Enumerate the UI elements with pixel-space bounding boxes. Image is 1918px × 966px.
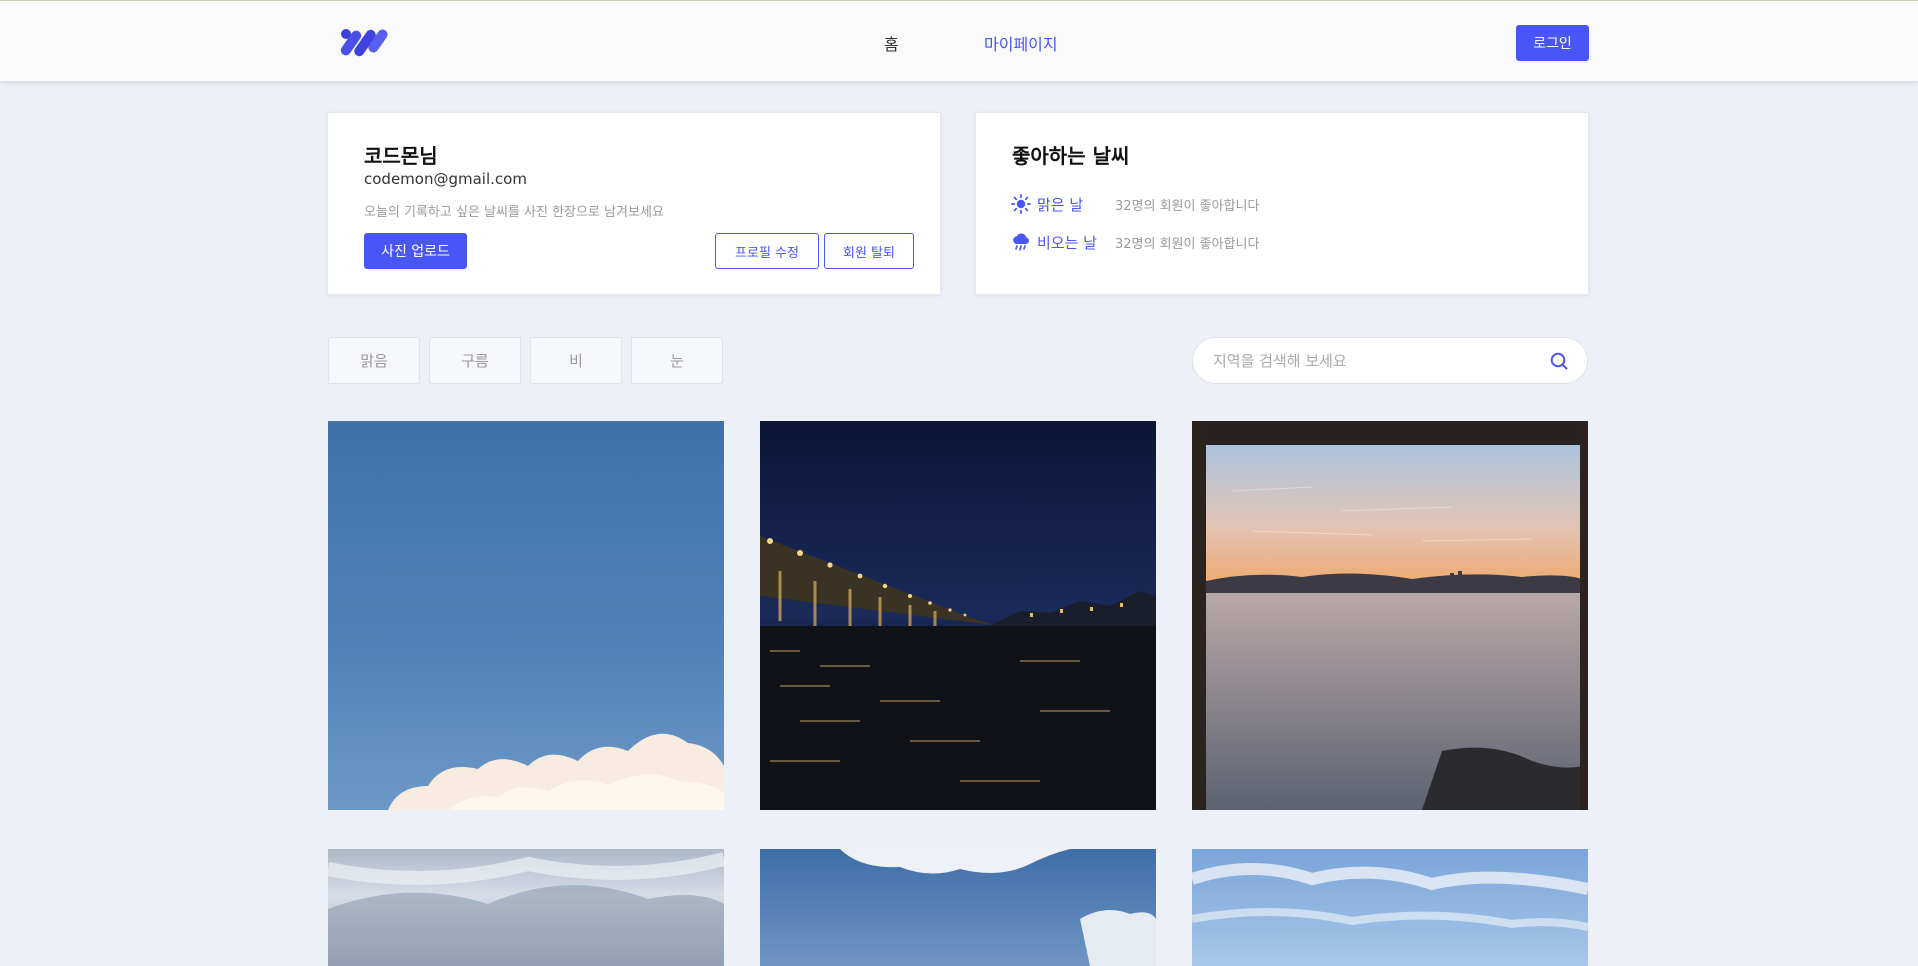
photo-card[interactable] (1192, 421, 1588, 810)
clear-sky-clouds-photo (1192, 863, 1588, 931)
nav-mypage[interactable]: 마이페이지 (984, 31, 1058, 55)
withdraw-button[interactable]: 회원 탈퇴 (824, 233, 914, 269)
favorite-weather-sunny: 맑은 날 32명의 회원이 좋아합니다 (1011, 193, 1259, 215)
top-header: 홈 마이페이지 로그인 (0, 0, 1918, 81)
search-icon[interactable] (1549, 351, 1569, 371)
rain-cloud-icon (1013, 233, 1029, 251)
cloudy-blue-sky-photo (840, 849, 1156, 966)
filter-cloudy[interactable]: 구름 (429, 337, 521, 384)
login-button[interactable]: 로그인 (1516, 25, 1589, 61)
filter-rain[interactable]: 비 (530, 337, 622, 384)
profile-card: 코드몬님 codemon@gmail.com 오늘의 기록하고 싶은 날씨를 사… (327, 112, 941, 295)
sky-cloud-photo (388, 733, 724, 810)
upload-photo-button[interactable]: 사진 업로드 (364, 233, 467, 269)
sun-icon (1011, 194, 1031, 214)
favorite-weather-title: 좋아하는 날씨 (1012, 144, 1130, 168)
search-input[interactable] (1213, 338, 1543, 383)
profile-email: codemon@gmail.com (364, 170, 527, 188)
weather-label: 비오는 날 (1037, 233, 1097, 252)
overcast-sky-photo (328, 852, 724, 966)
photo-card[interactable] (328, 421, 724, 810)
nav-home[interactable]: 홈 (884, 31, 899, 55)
photo-card[interactable] (328, 849, 724, 966)
filter-snow[interactable]: 눈 (631, 337, 723, 384)
profile-description: 오늘의 기록하고 싶은 날씨를 사진 한장으로 남겨보세요 (364, 205, 664, 220)
edit-profile-button[interactable]: 프로필 수정 (715, 233, 819, 269)
profile-name: 코드몬님 (364, 144, 438, 168)
weather-count: 32명의 회원이 좋아합니다 (1115, 198, 1260, 214)
weather-label: 맑은 날 (1037, 195, 1084, 214)
photo-card[interactable] (760, 421, 1156, 810)
logo-icon[interactable] (340, 27, 390, 57)
photo-card[interactable] (1192, 849, 1588, 966)
night-bridge-photo (760, 536, 1156, 810)
photo-card[interactable] (760, 849, 1156, 966)
region-search (1192, 337, 1588, 384)
sunset-river-photo (1192, 421, 1588, 810)
weather-count: 32명의 회원이 좋아합니다 (1115, 236, 1260, 252)
filter-clear[interactable]: 맑음 (328, 337, 420, 384)
favorite-weather-rainy: 비오는 날 32명의 회원이 좋아합니다 (1011, 231, 1259, 253)
